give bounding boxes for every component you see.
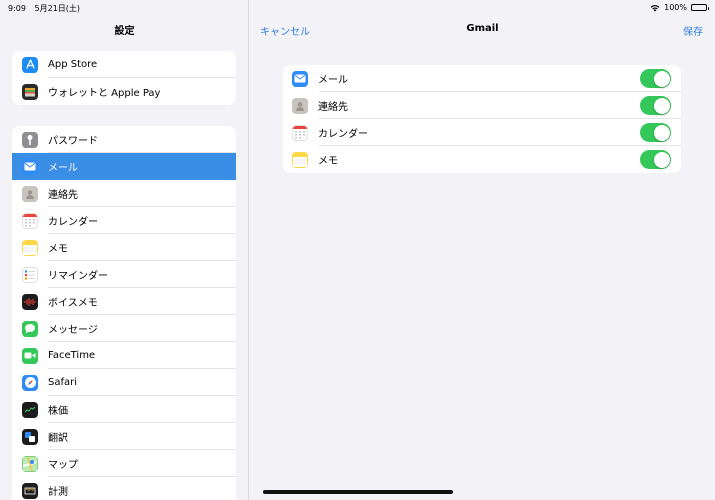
sidebar-item-label: App Store: [48, 59, 98, 70]
messages-icon: [22, 320, 38, 337]
page-title: Gmail: [466, 23, 499, 34]
service-row[interactable]: 連絡先: [283, 92, 681, 119]
facetime-icon: [22, 347, 38, 364]
sidebar-item[interactable]: Safari: [12, 369, 236, 396]
sidebar-item-label: メッセージ: [48, 325, 98, 336]
battery-percent: 100%: [664, 3, 687, 12]
sidebar-item-label: メモ: [48, 244, 68, 255]
sidebar-item[interactable]: カレンダー: [12, 207, 236, 234]
service-row-label: メモ: [318, 156, 338, 167]
service-row[interactable]: メール: [283, 65, 681, 92]
service-row-label: カレンダー: [318, 129, 368, 140]
sidebar-item-label: メール: [48, 163, 78, 174]
toggle-switch[interactable]: [640, 150, 671, 169]
sidebar-item-label: リマインダー: [48, 271, 108, 282]
sidebar-item[interactable]: メッセージ: [12, 315, 236, 342]
sidebar-item[interactable]: ボイスメモ: [12, 288, 236, 315]
status-time: 9:09: [8, 4, 26, 13]
save-button[interactable]: 保存: [683, 23, 703, 38]
sidebar-item[interactable]: App Store: [12, 51, 236, 78]
maps-icon: [22, 455, 38, 472]
sidebar-item-label: ボイスメモ: [48, 298, 98, 309]
status-bar: 9:09 5月21日(土) 100%: [0, 0, 715, 14]
voice-memos-icon: [22, 293, 38, 310]
sidebar-group-apps: パスワードメール連絡先カレンダーメモリマインダー ボイスメモメッセージ FaceTi…: [12, 126, 236, 500]
status-date: 5月21日(土): [34, 4, 81, 13]
sidebar-item[interactable]: リマインダー: [12, 261, 236, 288]
contacts-icon: [292, 97, 308, 114]
toggle-switch[interactable]: [640, 69, 671, 88]
sidebar-item-label: 株価: [48, 406, 68, 417]
sidebar-item-label: マップ: [48, 460, 78, 471]
service-row-label: メール: [318, 75, 348, 86]
sidebar-title: 設定: [114, 26, 135, 37]
safari-icon: [22, 374, 38, 391]
stocks-icon: [22, 401, 38, 418]
sidebar-item[interactable]: メモ: [12, 234, 236, 261]
sidebar-item-label: FaceTime: [48, 350, 96, 361]
service-row-label: 連絡先: [318, 102, 348, 113]
sidebar-item-label: 翻訳: [48, 433, 68, 444]
service-row[interactable]: メモ: [283, 146, 681, 173]
translate-icon: [22, 428, 38, 445]
battery-icon: [691, 4, 709, 11]
sidebar-item[interactable]: 連絡先: [12, 180, 236, 207]
home-indicator: [263, 490, 453, 494]
toggle-switch[interactable]: [640, 96, 671, 115]
account-services-list: メール連絡先カレンダーメモ: [283, 65, 681, 173]
sidebar-item[interactable]: 計測: [12, 477, 236, 500]
sidebar-item[interactable]: 株価: [12, 396, 236, 423]
toggle-switch[interactable]: [640, 123, 671, 142]
mail-icon: [22, 158, 38, 175]
app-store-icon: [22, 56, 38, 73]
sidebar-item-label: 連絡先: [48, 190, 78, 201]
settings-sidebar: 設定 App Store ウォレットと Apple Pay パスワードメール連絡先…: [0, 0, 249, 500]
reminders-icon: [22, 266, 38, 283]
key-icon: [22, 131, 38, 148]
sidebar-group-store: App Store ウォレットと Apple Pay: [12, 51, 236, 105]
calendar-icon: [292, 124, 308, 141]
sidebar-item[interactable]: FaceTime: [12, 342, 236, 369]
sidebar-item[interactable]: ウォレットと Apple Pay: [12, 78, 236, 105]
wifi-icon: [650, 4, 660, 12]
sidebar-item[interactable]: メール: [12, 153, 236, 180]
sidebar-item-label: パスワード: [48, 136, 98, 147]
sidebar-item[interactable]: 翻訳: [12, 423, 236, 450]
measure-icon: [22, 482, 38, 499]
detail-pane: キャンセル Gmail 保存 メール 連絡先 カレンダー メモ: [250, 0, 715, 500]
notes-icon: [22, 239, 38, 256]
contacts-icon: [22, 185, 38, 202]
sidebar-item[interactable]: マップ: [12, 450, 236, 477]
wallet-icon: [22, 83, 38, 100]
sidebar-item-label: 計測: [48, 487, 68, 498]
sidebar-item[interactable]: パスワード: [12, 126, 236, 153]
calendar-icon: [22, 212, 38, 229]
sidebar-item-label: ウォレットと Apple Pay: [48, 88, 161, 99]
mail-icon: [292, 70, 308, 87]
sidebar-item-label: Safari: [48, 377, 78, 388]
notes-icon: [292, 151, 308, 168]
sidebar-item-label: カレンダー: [48, 217, 98, 228]
service-row[interactable]: カレンダー: [283, 119, 681, 146]
